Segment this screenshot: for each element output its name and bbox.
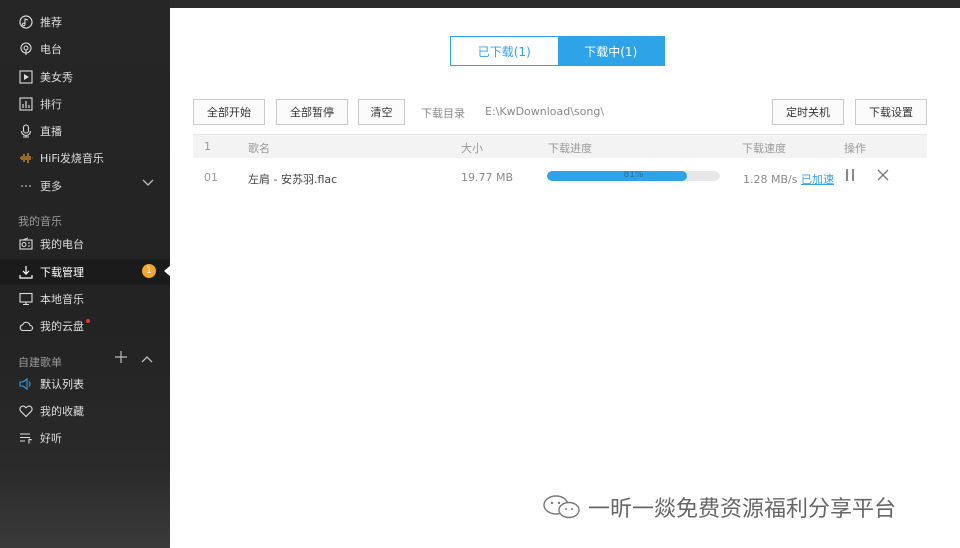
sidebar-item-label: 我的收藏 (40, 405, 84, 418)
header-index: 1 (204, 140, 211, 153)
close-icon[interactable] (876, 168, 890, 186)
tab-downloading[interactable]: 下载中(1) (557, 37, 664, 65)
sidebar-item-radio[interactable]: 电台 (18, 38, 62, 60)
sidebar-item-label: 本地音乐 (40, 293, 84, 306)
row-index: 01 (204, 171, 218, 184)
download-progress-bar: 81% (547, 171, 720, 181)
more-dots-icon (18, 178, 34, 194)
music-note-circle-icon (18, 14, 34, 30)
active-pointer (164, 265, 171, 277)
sidebar-item-label: 推荐 (40, 16, 62, 29)
sidebar-item-local-music[interactable]: 本地音乐 (18, 288, 84, 310)
header-progress[interactable]: 下载进度 (548, 140, 592, 156)
sidebar-item-label: HiFi发烧音乐 (40, 152, 104, 165)
chevron-down-icon[interactable] (142, 176, 154, 191)
sidebar-item-label: 美女秀 (40, 71, 73, 84)
bar-chart-icon (18, 96, 34, 112)
header-size[interactable]: 大小 (461, 140, 483, 156)
radio-box-icon (18, 236, 34, 252)
waveform-icon (18, 150, 34, 166)
section-title-playlists: 自建歌单 (18, 356, 62, 369)
row-speed-value: 1.28 MB/s (743, 173, 798, 186)
watermark-text: 一昕一燚免费资源福利分享平台 (588, 497, 897, 522)
radio-icon (18, 41, 34, 57)
sidebar-item-recommend[interactable]: 推荐 (18, 11, 62, 33)
header-song-name[interactable]: 歌名 (248, 140, 270, 156)
download-count-badge: 1 (142, 264, 156, 278)
clear-button[interactable]: 清空 (358, 99, 405, 125)
header-actions: 操作 (844, 142, 866, 155)
sidebar-item-nice-songs[interactable]: 好听 (18, 427, 62, 449)
sidebar-item-label: 电台 (40, 43, 62, 56)
progress-percent: 81% (623, 171, 644, 180)
sidebar-item-hifi[interactable]: HiFi发烧音乐 (18, 147, 104, 169)
pause-all-button[interactable]: 全部暂停 (276, 99, 348, 125)
sidebar-item-label: 更多 (40, 180, 62, 193)
sidebar-item-ranking[interactable]: 排行 (18, 93, 62, 115)
wechat-icon (542, 494, 582, 520)
shutdown-timer-button[interactable]: 定时关机 (772, 99, 844, 125)
sidebar-item-favorites[interactable]: 我的收藏 (18, 400, 84, 422)
download-dir-path[interactable]: E:\KwDownload\song\ (485, 105, 604, 118)
download-settings-button[interactable]: 下载设置 (855, 99, 927, 125)
row-speed: 1.28 MB/s 已加速 (743, 171, 834, 187)
video-play-icon (18, 69, 34, 85)
sidebar: 推荐 电台 美女秀 排行 直播 HiFi发烧音乐 更多 我的音乐 我的电台 下载… (0, 0, 171, 548)
sidebar-item-cloud-disk[interactable]: 我的云盘 (18, 315, 90, 337)
sidebar-item-live[interactable]: 直播 (18, 120, 62, 142)
sidebar-item-label: 好听 (40, 432, 62, 445)
new-indicator-dot (86, 319, 90, 323)
sidebar-item-beauty-show[interactable]: 美女秀 (18, 66, 73, 88)
sidebar-item-label: 直播 (40, 125, 62, 138)
row-song-name: 左肩 - 安苏羽.flac (248, 173, 338, 186)
download-icon (18, 264, 34, 280)
start-all-button[interactable]: 全部开始 (193, 99, 265, 125)
table-row[interactable]: 01 左肩 - 安苏羽.flac 19.77 MB 81% 1.28 MB/s … (193, 162, 927, 192)
monitor-icon (18, 291, 34, 307)
accelerated-link[interactable]: 已加速 (801, 173, 834, 186)
download-dir-label: 下载目录 (421, 107, 465, 120)
sidebar-item-label: 下载管理 (40, 266, 84, 279)
microphone-icon (18, 123, 34, 139)
speaker-icon (18, 376, 34, 392)
sidebar-item-my-radio[interactable]: 我的电台 (18, 233, 84, 255)
header-speed[interactable]: 下载速度 (742, 140, 786, 156)
sidebar-item-label: 我的电台 (40, 238, 84, 251)
watermark: 一昕一燚免费资源福利分享平台 (542, 491, 896, 523)
tab-downloaded[interactable]: 已下载(1) (451, 37, 558, 65)
section-title-my-music: 我的音乐 (18, 215, 62, 228)
sidebar-item-default-list[interactable]: 默认列表 (18, 373, 84, 395)
row-size: 19.77 MB (461, 171, 514, 184)
cloud-icon (18, 318, 34, 334)
sidebar-item-label: 我的云盘 (40, 320, 84, 333)
download-tabs: 已下载(1) 下载中(1) (450, 36, 665, 66)
pause-icon[interactable] (844, 168, 856, 186)
table-header: 1 歌名 大小 下载进度 下载速度 操作 (193, 134, 927, 158)
sidebar-item-label: 默认列表 (40, 378, 84, 391)
playlist-icon (18, 430, 34, 446)
sidebar-item-label: 排行 (40, 98, 62, 111)
collapse-icon[interactable] (141, 351, 153, 370)
sidebar-item-more[interactable]: 更多 (18, 175, 62, 197)
heart-icon (18, 403, 34, 419)
add-playlist-icon[interactable] (114, 349, 128, 368)
sidebar-item-download-manager[interactable]: 下载管理 (18, 261, 84, 283)
